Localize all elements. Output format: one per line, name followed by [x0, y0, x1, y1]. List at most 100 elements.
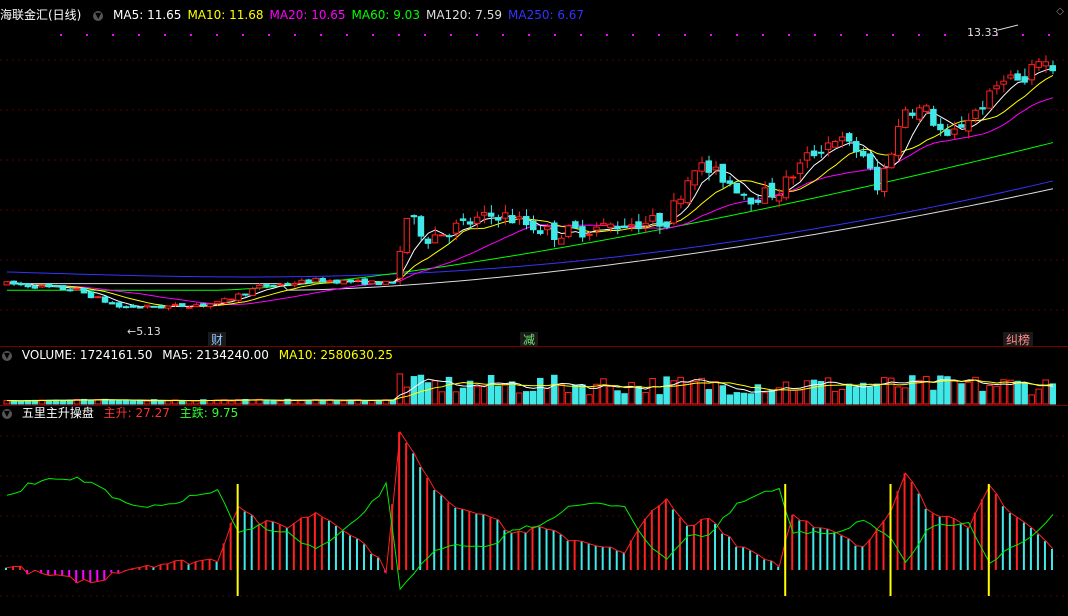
signal-dot: [346, 34, 348, 36]
candle-down: [852, 141, 860, 153]
volume-bar: [796, 389, 804, 405]
candle-down: [200, 303, 207, 306]
volume-bar: [747, 393, 755, 405]
candle-down: [958, 124, 965, 128]
candle-up: [312, 277, 319, 283]
candle-down: [537, 230, 544, 234]
volume-bar: [965, 381, 972, 405]
volume-bar: [558, 383, 565, 405]
volume-bar: [958, 383, 965, 405]
volume-bar: [852, 386, 860, 405]
candle-up: [803, 152, 811, 161]
candle-up: [396, 251, 404, 279]
candle-up: [628, 224, 635, 227]
candle-down: [136, 306, 144, 309]
candle-down: [508, 215, 516, 224]
candle-down: [873, 166, 881, 191]
volume-bar: [565, 391, 572, 405]
volume-bar: [600, 378, 607, 405]
candle-up: [642, 222, 649, 227]
candle-down: [733, 182, 741, 194]
volume-bar: [193, 400, 200, 405]
signal-dot: [840, 34, 842, 36]
signal-dot: [606, 34, 608, 36]
candle-up: [789, 176, 797, 179]
candle-down: [179, 303, 186, 308]
signal-dot: [580, 34, 582, 36]
volume-bar: [705, 389, 712, 405]
signal-dot: [918, 34, 920, 36]
signal-dot: [164, 34, 166, 36]
candle-down: [459, 218, 467, 221]
candle-down: [845, 133, 853, 142]
volume-bar: [810, 379, 818, 405]
volume-bar: [691, 380, 698, 405]
chevron-down-icon[interactable]: ▼: [2, 408, 12, 419]
candle-down: [726, 180, 734, 184]
candle-up: [403, 217, 411, 253]
signal-dot: [1022, 34, 1024, 36]
candle-down: [129, 305, 137, 308]
candle-down: [375, 281, 383, 286]
volume-bar: [993, 385, 1000, 405]
chevron-down-icon[interactable]: ▼: [2, 350, 12, 361]
volume-bar: [803, 380, 811, 405]
indicator-name: 五里主升操盘: [21, 406, 94, 420]
indicator-up-line: [6, 430, 1054, 584]
volume-bar: [726, 394, 734, 405]
volume-title: VOLUME: 1724161.50: [21, 348, 153, 362]
signal-dot: [86, 34, 88, 36]
volume-bar: [579, 384, 586, 405]
candle-up: [480, 212, 488, 216]
candle-down: [270, 284, 277, 287]
candlestick-chart[interactable]: 13.33 ←5.13 财 减 纠榜: [0, 0, 1068, 346]
candle-up: [888, 153, 895, 169]
signal-dot: [866, 34, 868, 36]
chevron-down-icon[interactable]: ▼: [93, 10, 104, 21]
candle-up: [143, 304, 151, 308]
ma-legend: MA5: 11.65 MA10: 11.68 MA20: 10.65 MA60: 9.…: [113, 8, 590, 22]
volume-bar: [663, 376, 670, 405]
candle-down: [810, 150, 818, 157]
candle-down: [621, 225, 628, 229]
ma-legend-item: MA60: 9.03: [351, 8, 420, 22]
volume-bar: [838, 389, 846, 405]
volume-bar: [1021, 382, 1028, 405]
high-price-label: 13.33: [967, 26, 999, 39]
signal-dot: [268, 34, 270, 36]
indicator-chart[interactable]: [0, 406, 1068, 616]
candle-up: [775, 194, 783, 202]
ma120-line: [7, 188, 1054, 291]
candle-up: [1007, 74, 1014, 79]
candle-down: [530, 220, 537, 231]
indicator-up: 主升: 27.27: [103, 406, 170, 420]
ma-legend-item: MA250: 6.67: [508, 8, 585, 22]
volume-bar: [375, 399, 383, 405]
signal-dot: [60, 34, 62, 36]
candle-down: [424, 238, 432, 244]
candle-down: [747, 197, 755, 205]
candle-up: [207, 303, 214, 307]
volume-bar: [157, 400, 165, 405]
candle-up: [993, 85, 1000, 90]
candle-up: [3, 281, 10, 286]
candle-up: [431, 234, 439, 244]
ma5-line: [6, 67, 1054, 308]
event-marker: 减: [523, 333, 535, 346]
candle-up: [558, 237, 565, 245]
candle-up: [164, 305, 172, 309]
candle-up: [249, 288, 256, 296]
volume-bar: [572, 385, 579, 405]
volume-bar: [649, 378, 656, 405]
volume-bar: [207, 400, 214, 405]
candle-down: [122, 306, 130, 309]
volume-bar: [881, 377, 888, 405]
candle-down: [305, 279, 312, 284]
signal-dot: [788, 34, 790, 36]
candle-up: [214, 301, 221, 305]
candle-down: [705, 160, 712, 173]
candle-up: [684, 180, 691, 204]
candle-up: [670, 200, 677, 224]
candle-up: [586, 233, 593, 236]
signal-dot: [320, 34, 322, 36]
